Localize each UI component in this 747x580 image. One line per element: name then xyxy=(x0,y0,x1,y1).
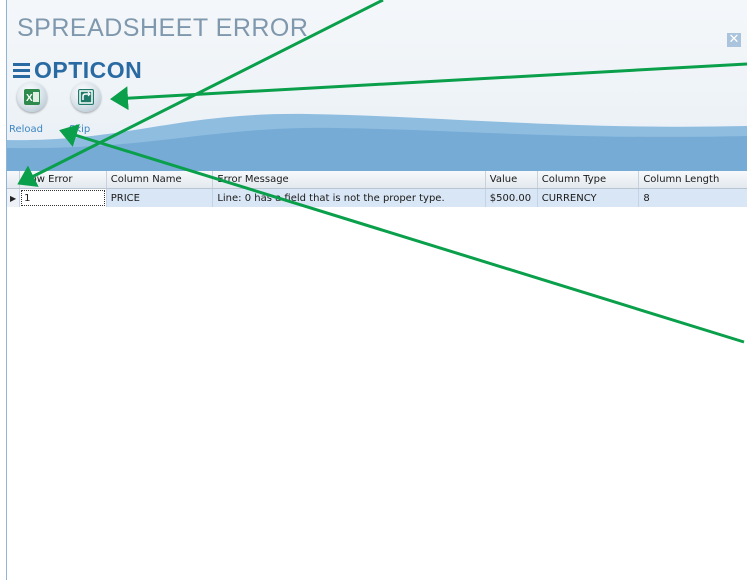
col-header-column-length[interactable]: Column Length xyxy=(638,171,747,189)
cell-column-length[interactable]: 8 xyxy=(638,188,747,207)
col-header-row-error[interactable]: Row Error xyxy=(19,171,107,189)
header-wave xyxy=(7,113,747,172)
logo-bars-icon xyxy=(13,62,30,78)
spreadsheet-error-window: SPREADSHEET ERROR ✕ OPTICON X Reload Ski… xyxy=(6,0,747,580)
close-icon[interactable]: ✕ xyxy=(727,33,741,47)
row-selector-arrow-icon[interactable]: ▶ xyxy=(7,188,21,207)
window-title: SPREADSHEET ERROR xyxy=(17,14,309,42)
error-grid: Row Error Column Name Error Message Valu… xyxy=(7,171,747,207)
col-header-error-message[interactable]: Error Message xyxy=(212,171,486,189)
grid-header-row: Row Error Column Name Error Message Valu… xyxy=(7,171,747,189)
cell-row-error[interactable]: 1 xyxy=(19,188,107,207)
cell-value[interactable]: $500.00 xyxy=(485,188,538,207)
table-row[interactable]: ▶ 1 PRICE Line: 0 has a field that is no… xyxy=(7,188,747,207)
brand-name: OPTICON xyxy=(34,56,143,83)
cell-column-name[interactable]: PRICE xyxy=(106,188,214,207)
col-header-value[interactable]: Value xyxy=(485,171,538,189)
opticon-logo: OPTICON xyxy=(13,57,142,83)
cell-error-message[interactable]: Line: 0 has a field that is not the prop… xyxy=(212,188,486,207)
row-selector-header xyxy=(7,171,21,189)
col-header-column-name[interactable]: Column Name xyxy=(106,171,214,189)
window-header: SPREADSHEET ERROR ✕ OPTICON X Reload Ski… xyxy=(7,0,747,172)
col-header-column-type[interactable]: Column Type xyxy=(537,171,640,189)
cell-column-type[interactable]: CURRENCY xyxy=(537,188,640,207)
